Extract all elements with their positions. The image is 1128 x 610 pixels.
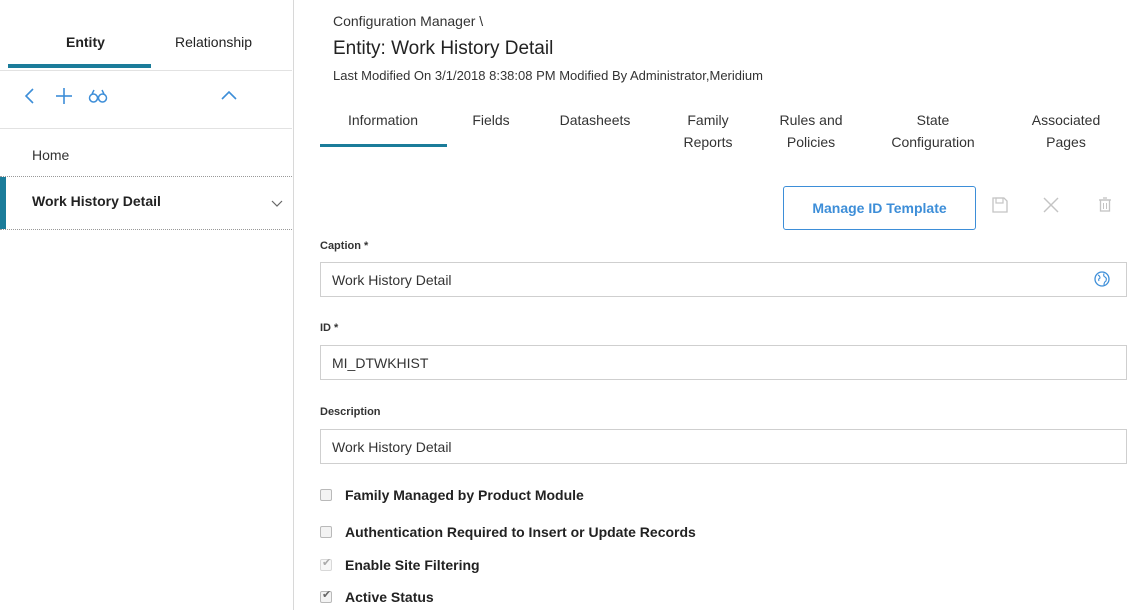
nav-item-work-history-detail[interactable]: Work History Detail — [0, 177, 292, 230]
tab-label: Datasheets — [559, 112, 631, 128]
tab-label: Information — [347, 112, 419, 128]
checkbox-box[interactable]: ✔ — [320, 589, 332, 603]
checkbox-label: Family Managed by Product Module — [345, 487, 584, 503]
left-toolbar — [0, 71, 292, 129]
description-label: Description — [320, 406, 381, 418]
save-icon[interactable] — [990, 195, 1010, 215]
tab-state-configuration[interactable]: State Configuration — [880, 109, 986, 153]
id-label: ID * — [320, 322, 339, 334]
caption-field-wrapper — [320, 262, 1127, 297]
nav-item-home[interactable]: Home — [0, 130, 292, 177]
tab-label-line1: Rules and — [779, 112, 843, 128]
tab-label-line2: Policies — [786, 134, 836, 150]
checkbox-label: Enable Site Filtering — [345, 557, 480, 573]
tab-information[interactable]: Information — [341, 109, 425, 131]
breadcrumb[interactable]: Configuration Manager \ — [333, 13, 483, 29]
close-icon[interactable] — [1041, 195, 1061, 215]
tab-label-line2: Pages — [1046, 134, 1086, 150]
add-icon[interactable] — [52, 84, 76, 108]
tab-label-line2: Configuration — [891, 134, 975, 150]
checkbox-label: Authentication Required to Insert or Upd… — [345, 524, 696, 540]
tab-label-line1: State — [916, 112, 950, 128]
tab-relationship[interactable]: Relationship — [175, 34, 252, 50]
back-icon[interactable] — [18, 84, 42, 108]
description-input[interactable] — [320, 429, 1127, 464]
left-panel: Entity Relationship Home Work History De… — [0, 0, 292, 610]
active-tab-indicator — [320, 144, 447, 147]
active-tab-indicator — [8, 64, 151, 68]
nav-item-label: Home — [32, 147, 70, 163]
delete-icon[interactable] — [1095, 195, 1115, 215]
tab-rules-and-policies[interactable]: Rules and Policies — [770, 109, 852, 153]
left-tabs: Entity Relationship — [0, 0, 292, 71]
globe-translate-icon[interactable] — [1093, 270, 1111, 293]
caption-input[interactable] — [320, 262, 1127, 297]
panel-divider — [293, 0, 294, 610]
tab-datasheets[interactable]: Datasheets — [553, 109, 637, 131]
checkbox-label: Active Status — [345, 589, 434, 605]
tab-family-reports[interactable]: Family Reports — [672, 109, 744, 153]
tab-associated-pages[interactable]: Associated Pages — [1018, 109, 1114, 153]
search-binoculars-icon[interactable] — [86, 84, 110, 108]
page-title: Entity: Work History Detail — [333, 38, 554, 59]
tab-label: Fields — [472, 112, 510, 128]
tab-label-line1: Associated — [1031, 112, 1101, 128]
checkbox-box[interactable] — [320, 526, 332, 538]
nav-item-label: Work History Detail — [32, 193, 161, 209]
tab-label-line2: Reports — [683, 134, 733, 150]
collapse-icon[interactable] — [217, 84, 241, 108]
last-modified-info: Last Modified On 3/1/2018 8:38:08 PM Mod… — [333, 68, 763, 83]
tab-fields[interactable]: Fields — [462, 109, 520, 131]
selected-indicator — [0, 177, 6, 229]
manage-id-template-button[interactable]: Manage ID Template — [783, 186, 976, 230]
chevron-down-icon[interactable] — [270, 196, 284, 215]
tab-entity[interactable]: Entity — [66, 34, 105, 50]
tab-label-line1: Family — [687, 112, 729, 128]
id-input[interactable] — [320, 345, 1127, 380]
checkbox-box[interactable] — [320, 489, 332, 501]
caption-label: Caption * — [320, 240, 369, 252]
checkbox-box[interactable]: ✔ — [320, 557, 332, 571]
